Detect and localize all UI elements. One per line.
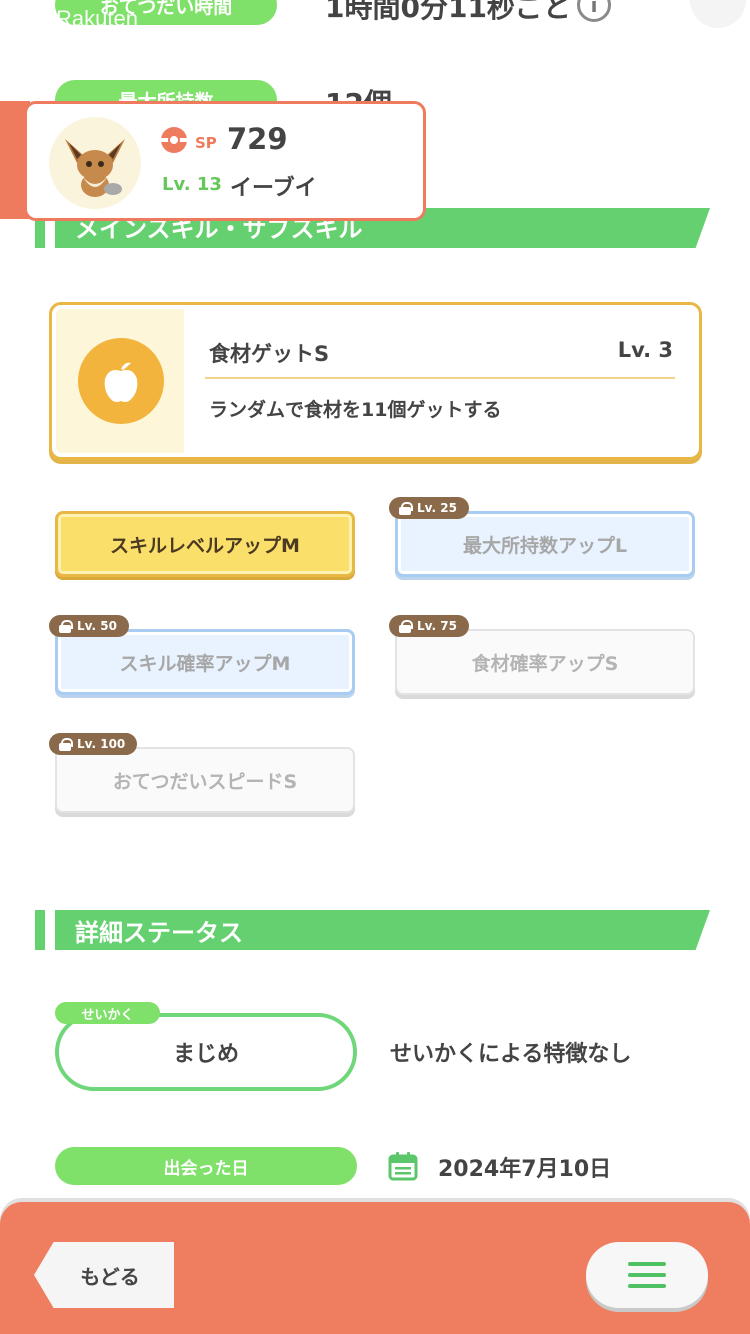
eevee-icon [65, 139, 125, 197]
lock-icon [59, 620, 73, 633]
sub-skill-label: スキル確率アップM [119, 652, 291, 675]
corner-decoration [690, 0, 746, 28]
nature-value-box[interactable]: まじめ [55, 1013, 357, 1091]
main-skill-icon-panel [56, 309, 184, 453]
pokemon-header-card: SP 729 Lv. 13 イーブイ [24, 101, 426, 221]
sub-skill-label: 食材確率アップS [471, 652, 619, 675]
pokemon-level: Lv. 13 [162, 174, 222, 195]
nature-effect: せいかくによる特徴なし [390, 1042, 632, 1067]
pokemon-avatar [49, 117, 141, 209]
hamburger-menu-icon [628, 1262, 666, 1288]
info-icon[interactable]: i [577, 0, 611, 22]
rakuten-overlay-text: Rakuten [56, 6, 138, 31]
help-time-value: 1時間0分11秒ごと [325, 0, 571, 24]
lock-icon [59, 738, 73, 751]
lock-level: Lv. 75 [417, 619, 457, 633]
nature-value: まじめ [172, 1042, 239, 1067]
menu-button[interactable] [586, 1242, 708, 1308]
back-button[interactable]: もどる [34, 1242, 174, 1308]
lock-icon [399, 502, 413, 515]
sub-skill-button-5[interactable]: おてつだいスピードS [55, 747, 355, 813]
lock-badge: Lv. 75 [389, 615, 469, 637]
sub-skill-label: 最大所持数アップL [462, 534, 628, 557]
lock-level: Lv. 100 [77, 737, 126, 751]
back-label: もどる [80, 1264, 140, 1289]
pokeball-icon [161, 127, 187, 153]
sub-skill-button-2[interactable]: 最大所持数アップL [395, 511, 695, 577]
lock-badge: Lv. 100 [49, 733, 138, 755]
met-date: 2024年7月10日 [438, 1157, 612, 1182]
sub-skill-button-4[interactable]: 食材確率アップS [395, 629, 695, 695]
pokemon-name: イーブイ [230, 176, 317, 201]
divider [205, 377, 675, 379]
calendar-icon [388, 1152, 418, 1181]
sub-skill-button-3[interactable]: スキル確率アップM [55, 629, 355, 695]
section-header-details: 詳細ステータス [55, 910, 710, 950]
sp-label: SP [195, 134, 217, 152]
main-skill-description: ランダムで食材を11個ゲットする [209, 399, 502, 421]
lock-level: Lv. 25 [417, 501, 457, 515]
sub-skill-button-1[interactable]: スキルレベルアップM [55, 511, 355, 577]
lock-icon [399, 620, 413, 633]
lock-badge: Lv. 25 [389, 497, 469, 519]
nature-tag: せいかく [55, 1002, 160, 1024]
bottom-bar: もどる [0, 1202, 750, 1334]
sub-skill-label: スキルレベルアップM [110, 534, 300, 557]
sub-skill-label: おてつだいスピードS [112, 770, 298, 793]
apple-icon [78, 338, 164, 424]
lock-level: Lv. 50 [77, 619, 117, 633]
sp-value: 729 [227, 122, 288, 156]
main-skill-card[interactable]: 食材ゲットS Lv. 3 ランダムで食材を11個ゲットする [49, 302, 702, 460]
main-skill-level: Lv. 3 [617, 338, 673, 362]
lock-badge: Lv. 50 [49, 615, 129, 637]
met-date-label: 出会った日 [55, 1147, 357, 1185]
main-skill-name: 食材ゲットS [209, 342, 330, 366]
section-marker [35, 910, 45, 950]
